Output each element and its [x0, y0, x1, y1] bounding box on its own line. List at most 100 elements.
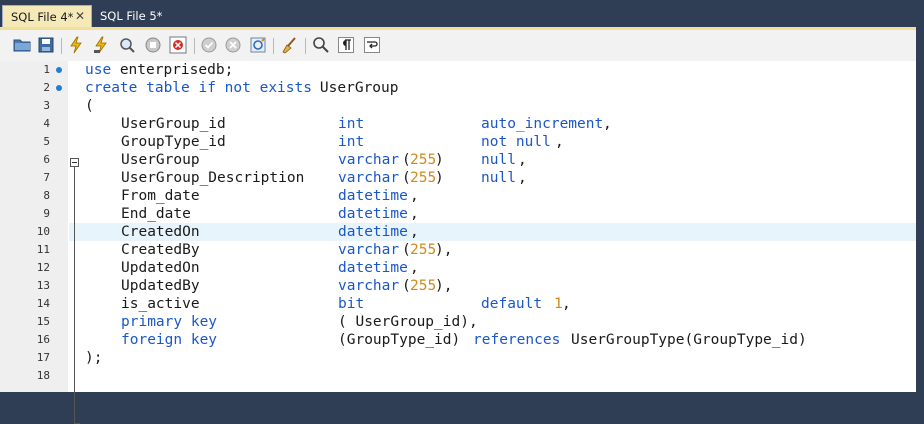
sql-text: CreatedOn — [121, 224, 200, 240]
line-number: 10 — [36, 225, 50, 238]
autocommit-icon[interactable] — [248, 36, 268, 54]
code-line[interactable]: 15 primary key ( UserGroup_id), — [0, 313, 916, 331]
code-line[interactable]: 9 End_date datetime, — [0, 205, 916, 223]
execute-current-icon[interactable] — [91, 36, 111, 54]
sql-keyword: varchar — [338, 152, 400, 168]
line-number: 9 — [43, 207, 50, 220]
code-line[interactable]: 5 GroupType_id int not null, — [0, 133, 916, 151]
sql-text: , — [518, 152, 527, 168]
close-icon[interactable]: ✕ — [75, 9, 85, 23]
code-line[interactable]: 8 From_date datetime, — [0, 187, 916, 205]
code-line[interactable]: 4 UserGroup_id int auto_increment, — [0, 115, 916, 133]
sql-keyword: bit — [338, 296, 365, 312]
sql-keyword: use — [85, 62, 112, 78]
sql-text: , — [518, 170, 527, 186]
sql-text: ), — [435, 242, 453, 258]
tab-sql-file-4[interactable]: SQL File 4* ✕ — [2, 5, 92, 27]
code-line[interactable]: 10 CreatedOn datetime, — [0, 223, 916, 241]
sql-keyword: references — [473, 332, 561, 348]
code-line[interactable]: 6 UserGroup varchar(255) null, — [0, 151, 916, 169]
explain-icon[interactable] — [117, 36, 137, 54]
stop-icon[interactable] — [143, 36, 163, 54]
line-number: 1 — [43, 63, 50, 76]
sql-number: 255 — [410, 152, 437, 168]
tab-label: SQL File 4* — [11, 9, 74, 24]
sql-keyword: create table if not exists — [85, 80, 312, 96]
code-line-content: ); — [69, 349, 916, 367]
sql-keyword: varchar — [338, 278, 400, 294]
sql-text: , — [410, 260, 419, 276]
code-line[interactable]: 7 UserGroup_Description varchar(255) null, — [0, 169, 916, 187]
sql-text: , — [410, 188, 419, 204]
line-number: 11 — [36, 243, 50, 256]
sql-text: ), — [435, 278, 453, 294]
toggle-error-icon[interactable] — [168, 36, 188, 54]
wrap-icon[interactable] — [362, 36, 382, 54]
sql-text: , — [562, 296, 571, 312]
rollback-icon[interactable] — [223, 36, 243, 54]
line-number: 6 — [43, 153, 50, 166]
sql-text: UserGroup_Description — [121, 170, 305, 186]
sql-text: ); — [85, 350, 103, 366]
code-line-content: use enterprisedb; — [69, 61, 916, 79]
code-line-content: UserGroup_Description varchar(255) null, — [69, 169, 916, 187]
code-line[interactable]: 18 — [0, 367, 916, 385]
sql-keyword: null — [481, 170, 516, 186]
sql-editor-window: SQL File 4* ✕ SQL File 5* 1 use enterpri… — [0, 0, 916, 424]
sql-keyword: datetime — [338, 224, 408, 240]
line-number: 13 — [36, 279, 50, 292]
code-line-content: ( — [69, 97, 916, 115]
fold-collapse-icon[interactable] — [70, 158, 79, 167]
code-line[interactable]: 11 CreatedBy varchar(255), — [0, 241, 916, 259]
sql-text: UserGroup — [121, 152, 200, 168]
line-number: 3 — [43, 99, 50, 112]
code-line[interactable]: 17); — [0, 349, 916, 367]
sql-text: End_date — [121, 206, 191, 222]
execute-icon[interactable] — [66, 36, 86, 54]
code-line[interactable]: 2 create table if not exists UserGroup — [0, 79, 916, 97]
code-line[interactable]: 3( — [0, 97, 916, 115]
sql-keyword: varchar — [338, 242, 400, 258]
tab-sql-file-5[interactable]: SQL File 5* — [92, 5, 172, 27]
statement-marker-icon — [56, 85, 62, 91]
code-line-content: primary key ( UserGroup_id), — [69, 313, 916, 331]
code-line[interactable]: 14 is_active bit default 1, — [0, 295, 916, 313]
beautify-icon[interactable] — [279, 36, 299, 54]
line-number: 2 — [43, 81, 50, 94]
code-line-content — [69, 367, 916, 385]
code-editor[interactable]: 1 use enterprisedb; 2 create table if not e… — [0, 61, 916, 424]
open-folder-icon[interactable] — [12, 36, 32, 54]
code-line-content: End_date datetime, — [69, 205, 916, 223]
line-number: 4 — [43, 117, 50, 130]
code-line-content: From_date datetime, — [69, 187, 916, 205]
sql-text: ) — [435, 152, 444, 168]
code-line[interactable]: 12 UpdatedOn datetime, — [0, 259, 916, 277]
sql-text: From_date — [121, 188, 200, 204]
sql-number: 255 — [410, 278, 437, 294]
code-line[interactable]: 1 use enterprisedb; — [0, 61, 916, 79]
line-number: 7 — [43, 171, 50, 184]
sql-number: 255 — [410, 170, 437, 186]
sql-text: GroupType_id — [121, 134, 226, 150]
sql-keyword: default — [481, 296, 543, 312]
code-line[interactable]: 16 foreign key (GroupType_id) references Use… — [0, 331, 916, 349]
code-line-content: GroupType_id int not null, — [69, 133, 916, 151]
code-line[interactable]: 13 UpdatedBy varchar(255), — [0, 277, 916, 295]
line-number: 15 — [36, 315, 50, 328]
line-number: 8 — [43, 189, 50, 202]
tab-label: SQL File 5* — [100, 9, 163, 23]
save-icon[interactable] — [36, 36, 56, 54]
sql-keyword: varchar — [338, 170, 400, 186]
code-line-content: CreatedBy varchar(255), — [69, 241, 916, 259]
invisible-chars-icon[interactable] — [336, 36, 356, 54]
sql-keyword: foreign key — [121, 332, 218, 348]
sql-text: UpdatedOn — [121, 260, 200, 276]
sql-keyword: null — [481, 152, 516, 168]
code-line-content: UserGroup_id int auto_increment, — [69, 115, 916, 133]
code-line-content: create table if not exists UserGroup — [69, 79, 916, 97]
code-line-content: CreatedOn datetime, — [69, 223, 916, 241]
find-icon[interactable] — [311, 36, 331, 54]
code-line-content: UpdatedOn datetime, — [69, 259, 916, 277]
commit-icon[interactable] — [199, 36, 219, 54]
line-number: 16 — [36, 333, 50, 346]
